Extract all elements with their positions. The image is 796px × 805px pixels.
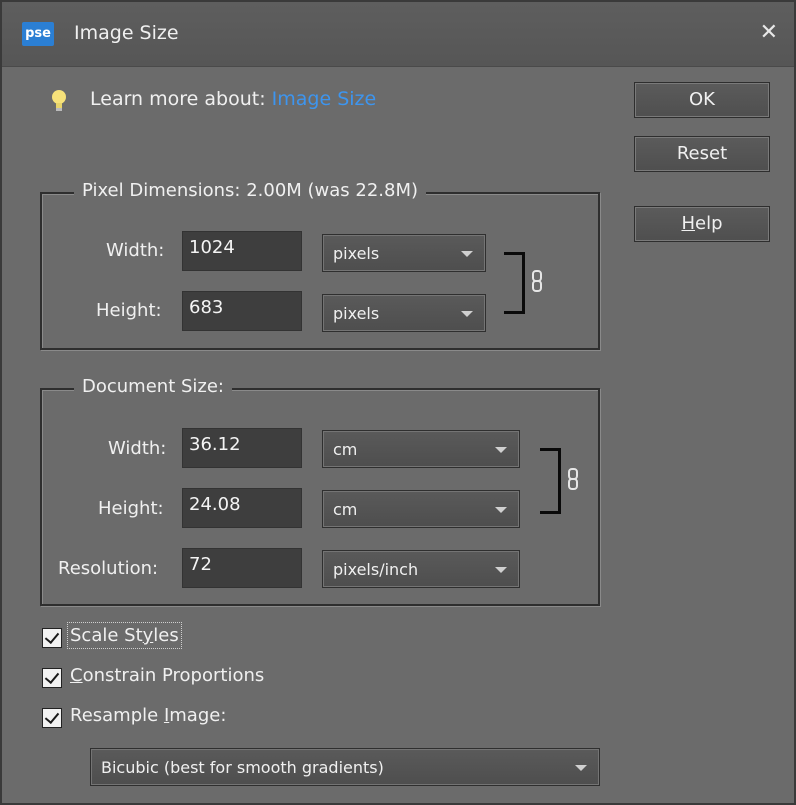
learn-more-link[interactable]: Image Size xyxy=(272,88,377,110)
scale-styles-mnemonic: y xyxy=(142,625,154,646)
chevron-down-icon xyxy=(461,311,473,317)
resample-text-b: mage: xyxy=(169,705,227,726)
help-button[interactable]: Help xyxy=(634,206,770,242)
pixel-dimensions-legend: Pixel Dimensions: 2.00M (was 22.8M) xyxy=(74,180,427,201)
image-size-dialog: pse Image Size ✕ Learn more about: Image… xyxy=(0,0,796,805)
resolution-unit-value: pixels/inch xyxy=(333,560,419,579)
pixel-width-unit-value: pixels xyxy=(333,244,380,263)
doc-width-unit-value: cm xyxy=(333,440,358,459)
chevron-down-icon xyxy=(495,447,507,453)
constrain-mnemonic: C xyxy=(70,665,83,686)
scale-styles-text-a: Scale St xyxy=(70,625,143,646)
doc-width-label: Width: xyxy=(108,438,167,459)
help-mnemonic: H xyxy=(681,213,696,234)
help-label-rest: elp xyxy=(695,213,723,234)
pixel-width-label: Width: xyxy=(106,240,165,261)
resample-image-label[interactable]: Resample Image: xyxy=(70,705,226,726)
scale-styles-label[interactable]: Scale Styles xyxy=(67,622,182,649)
resolution-input[interactable]: 72 xyxy=(182,548,302,588)
chevron-down-icon xyxy=(575,765,587,771)
chevron-down-icon xyxy=(495,567,507,573)
scale-styles-text-b: les xyxy=(153,625,179,646)
resolution-unit-select[interactable]: pixels/inch xyxy=(322,550,520,588)
resample-image-checkbox[interactable] xyxy=(42,708,62,728)
chain-link-icon xyxy=(568,468,578,490)
doc-width-unit-select[interactable]: cm xyxy=(322,430,520,468)
resolution-label: Resolution: xyxy=(58,558,159,579)
chevron-down-icon xyxy=(495,507,507,513)
constrain-proportions-checkbox[interactable] xyxy=(42,668,62,688)
pixel-height-unit-select[interactable]: pixels xyxy=(322,294,486,332)
constrain-proportions-label[interactable]: Constrain Proportions xyxy=(70,665,264,686)
pixel-height-unit-value: pixels xyxy=(333,304,380,323)
doc-height-input[interactable]: 24.08 xyxy=(182,488,302,528)
link-bracket xyxy=(540,448,561,514)
pixel-width-input[interactable]: 1024 xyxy=(182,231,302,271)
dialog-title: Image Size xyxy=(74,22,179,44)
ok-button[interactable]: OK xyxy=(634,82,770,118)
scale-styles-checkbox[interactable] xyxy=(42,628,62,648)
doc-height-unit-value: cm xyxy=(333,500,358,519)
chevron-down-icon xyxy=(461,251,473,257)
lightbulb-icon xyxy=(52,90,66,111)
app-icon: pse xyxy=(22,22,54,46)
link-bracket xyxy=(504,252,525,314)
pixel-height-input[interactable]: 683 xyxy=(182,291,302,331)
pixel-width-unit-select[interactable]: pixels xyxy=(322,234,486,272)
resample-method-value: Bicubic (best for smooth gradients) xyxy=(101,758,384,777)
close-icon[interactable]: ✕ xyxy=(760,20,778,45)
reset-button[interactable]: Reset xyxy=(634,136,770,172)
title-bar: pse Image Size ✕ xyxy=(2,2,794,67)
learn-more: Learn more about: Image Size xyxy=(90,88,376,110)
chain-link-icon xyxy=(532,270,542,292)
doc-width-input[interactable]: 36.12 xyxy=(182,428,302,468)
document-size-legend: Document Size: xyxy=(74,376,232,397)
resample-method-select[interactable]: Bicubic (best for smooth gradients) xyxy=(90,748,600,786)
resample-text-a: Resample xyxy=(70,705,164,726)
doc-height-unit-select[interactable]: cm xyxy=(322,490,520,528)
pixel-height-label: Height: xyxy=(96,300,162,321)
learn-more-label: Learn more about: xyxy=(90,88,266,110)
doc-height-label: Height: xyxy=(98,498,164,519)
constrain-text: onstrain Proportions xyxy=(82,665,265,686)
